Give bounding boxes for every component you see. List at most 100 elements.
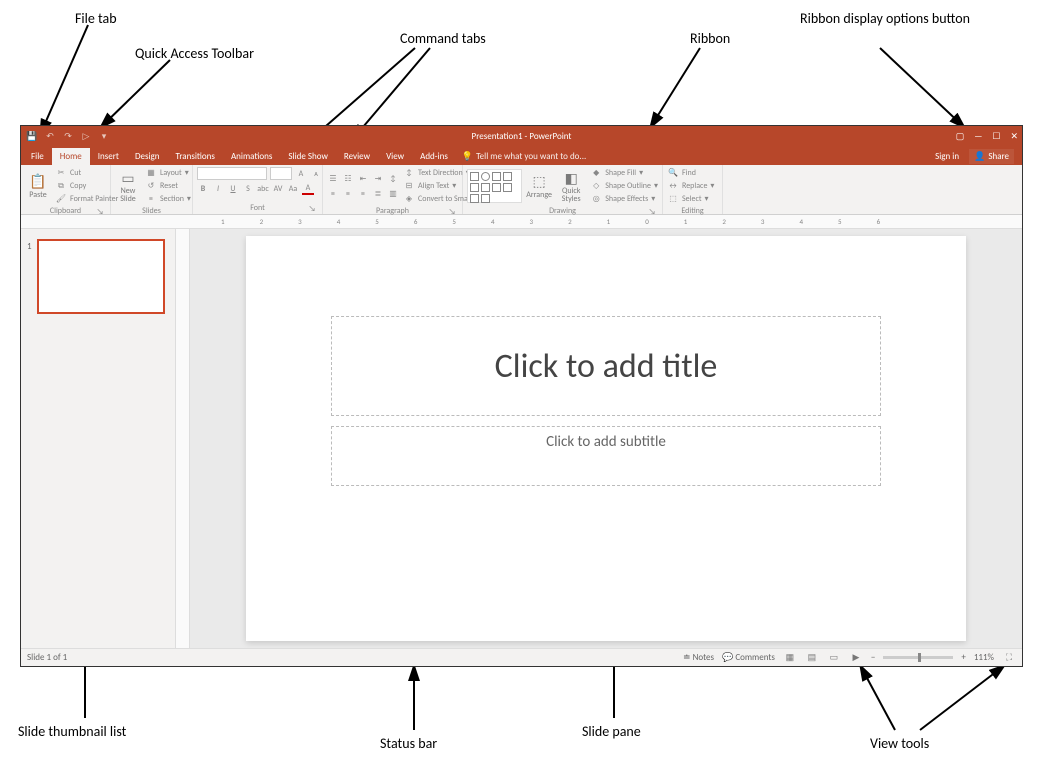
line-spacing-button[interactable]: ↕ xyxy=(387,173,399,185)
find-icon: 🔍 xyxy=(667,167,679,179)
fit-to-window-icon[interactable]: ⛶ xyxy=(1002,652,1016,664)
smartart-icon: ◈ xyxy=(403,193,415,205)
comments-button[interactable]: 💬 Comments xyxy=(722,652,775,663)
cut-button[interactable]: ✂Cut xyxy=(55,167,118,179)
workspace: 1 Click to add title Click to add subtit… xyxy=(21,229,1022,648)
group-label-clipboard: Clipboard↘ xyxy=(25,205,106,217)
font-family-combo[interactable] xyxy=(197,167,267,180)
close-icon[interactable]: ✕ xyxy=(1010,131,1018,142)
copy-icon: ⧉ xyxy=(55,180,67,192)
new-slide-icon: ▭ xyxy=(119,169,137,187)
slideshow-view-icon[interactable]: ▶ xyxy=(849,652,863,664)
align-text-icon: ⊟ xyxy=(403,180,415,192)
dialog-launcher-clipboard[interactable]: ↘ xyxy=(96,208,104,216)
zoom-out-button[interactable]: − xyxy=(871,652,875,663)
font-color-button[interactable]: A xyxy=(302,183,314,195)
section-button[interactable]: ≡Section ▾ xyxy=(145,193,191,205)
format-painter-button[interactable]: 🖌Format Painter xyxy=(55,193,118,205)
slide-thumbnail[interactable]: 1 xyxy=(37,239,165,314)
title-placeholder[interactable]: Click to add title xyxy=(331,316,881,416)
find-button[interactable]: 🔍Find xyxy=(667,167,714,179)
tab-home[interactable]: Home xyxy=(52,148,90,165)
decrease-font-icon[interactable]: ᴀ xyxy=(310,168,322,180)
font-size-combo[interactable] xyxy=(270,167,292,180)
start-slideshow-icon[interactable]: ▷ xyxy=(80,131,92,143)
zoom-in-button[interactable]: + xyxy=(961,652,965,663)
select-icon: ⬚ xyxy=(667,193,679,205)
minimize-icon[interactable]: — xyxy=(974,131,982,142)
reset-button[interactable]: ↺Reset xyxy=(145,180,191,192)
tab-view[interactable]: View xyxy=(378,148,412,165)
copy-button[interactable]: ⧉Copy xyxy=(55,180,118,192)
normal-view-icon[interactable]: ▦ xyxy=(783,652,797,664)
redo-icon[interactable]: ↷ xyxy=(62,131,74,143)
replace-button[interactable]: ↔Replace ▾ xyxy=(667,180,714,192)
dialog-launcher-font[interactable]: ↘ xyxy=(308,205,316,213)
shadow-button[interactable]: S xyxy=(242,183,254,195)
dialog-launcher-paragraph[interactable]: ↘ xyxy=(448,208,456,216)
select-button[interactable]: ⬚Select ▾ xyxy=(667,193,714,205)
justify-button[interactable]: ≣ xyxy=(372,188,384,200)
case-button[interactable]: Aa xyxy=(287,183,299,195)
shape-outline-button[interactable]: ◇Shape Outline ▾ xyxy=(590,180,658,192)
qat-customize-icon[interactable]: ▾ xyxy=(98,131,110,143)
shapes-gallery[interactable] xyxy=(467,169,522,203)
slide-canvas[interactable]: Click to add title Click to add subtitle xyxy=(246,236,966,641)
vertical-ruler xyxy=(176,229,190,648)
dialog-launcher-drawing[interactable]: ↘ xyxy=(648,208,656,216)
align-right-button[interactable]: ≡ xyxy=(357,188,369,200)
tab-insert[interactable]: Insert xyxy=(90,148,127,165)
numbering-button[interactable]: ☷ xyxy=(342,173,354,185)
group-clipboard: 📋 Paste ✂Cut ⧉Copy 🖌Format Painter Clipb… xyxy=(21,165,111,214)
thumbnail-number: 1 xyxy=(27,241,32,252)
strike-button[interactable]: abc xyxy=(257,183,269,195)
italic-button[interactable]: I xyxy=(212,183,224,195)
sorter-view-icon[interactable]: ▤ xyxy=(805,652,819,664)
group-label-font: Font↘ xyxy=(197,202,318,214)
group-drawing: ⬚Arrange ◧Quick Styles ◆Shape Fill ▾ ◇Sh… xyxy=(463,165,663,214)
save-icon[interactable]: 💾 xyxy=(26,131,38,143)
undo-icon[interactable]: ↶ xyxy=(44,131,56,143)
tab-design[interactable]: Design xyxy=(127,148,168,165)
notes-button[interactable]: ≐ Notes xyxy=(683,652,714,663)
align-left-button[interactable]: ≡ xyxy=(327,188,339,200)
bullets-button[interactable]: ☰ xyxy=(327,173,339,185)
tell-me-search[interactable]: 💡 Tell me what you want to do... xyxy=(462,151,586,162)
lightbulb-icon: 💡 xyxy=(462,151,473,162)
indent-inc-button[interactable]: ⇥ xyxy=(372,173,384,185)
subtitle-placeholder[interactable]: Click to add subtitle xyxy=(331,426,881,486)
paste-button[interactable]: 📋 Paste xyxy=(25,172,51,200)
tab-transitions[interactable]: Transitions xyxy=(168,148,223,165)
ribbon-display-options-icon[interactable]: ▢ xyxy=(956,131,965,142)
share-button[interactable]: 👤 Share xyxy=(969,149,1014,164)
cut-icon: ✂ xyxy=(55,167,67,179)
tab-slideshow[interactable]: Slide Show xyxy=(280,148,336,165)
signin-link[interactable]: Sign in xyxy=(935,151,959,162)
shape-fill-button[interactable]: ◆Shape Fill ▾ xyxy=(590,167,658,179)
reading-view-icon[interactable]: ▭ xyxy=(827,652,841,664)
columns-button[interactable]: ▥ xyxy=(387,188,399,200)
underline-button[interactable]: U xyxy=(227,183,239,195)
slide-pane[interactable]: Click to add title Click to add subtitle xyxy=(190,229,1022,648)
tab-review[interactable]: Review xyxy=(336,148,378,165)
arrange-button[interactable]: ⬚Arrange xyxy=(526,172,552,200)
increase-font-icon[interactable]: A xyxy=(295,168,307,180)
bold-button[interactable]: B xyxy=(197,183,209,195)
maximize-icon[interactable]: ☐ xyxy=(992,131,1000,142)
shape-outline-icon: ◇ xyxy=(590,180,602,192)
tab-addins[interactable]: Add-ins xyxy=(412,148,456,165)
indent-dec-button[interactable]: ⇤ xyxy=(357,173,369,185)
align-center-button[interactable]: ≡ xyxy=(342,188,354,200)
slide-thumbnail-list[interactable]: 1 xyxy=(21,229,176,648)
zoom-level[interactable]: 111% xyxy=(974,652,994,663)
status-bar: Slide 1 of 1 ≐ Notes 💬 Comments ▦ ▤ ▭ ▶ … xyxy=(21,648,1022,666)
spacing-button[interactable]: AV xyxy=(272,183,284,195)
tab-animations[interactable]: Animations xyxy=(223,148,280,165)
tab-file[interactable]: File xyxy=(25,148,52,165)
layout-button[interactable]: ▦Layout ▾ xyxy=(145,167,191,179)
new-slide-button[interactable]: ▭ New Slide xyxy=(115,169,141,203)
quick-access-toolbar: 💾 ↶ ↷ ▷ ▾ xyxy=(21,131,110,143)
shape-effects-button[interactable]: ◎Shape Effects ▾ xyxy=(590,193,658,205)
zoom-slider[interactable] xyxy=(883,656,953,659)
quick-styles-button[interactable]: ◧Quick Styles xyxy=(556,169,586,203)
